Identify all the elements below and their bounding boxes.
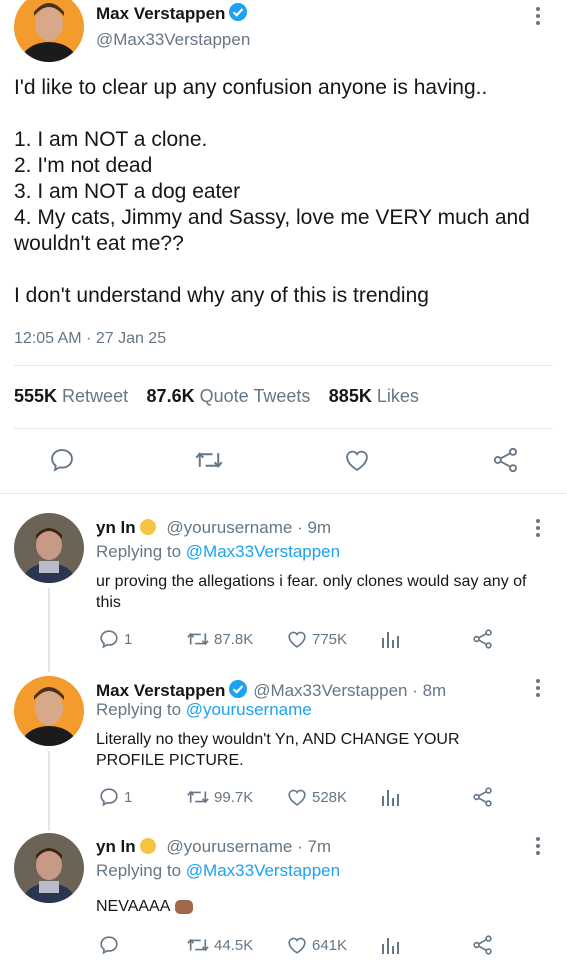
- heart-icon: [346, 450, 368, 471]
- tweet-timestamp[interactable]: 12:05 AM · 27 Jan 25: [14, 330, 166, 348]
- reply-author-name[interactable]: yn ln: [96, 518, 136, 537]
- retweet-count: 87.8K: [214, 630, 254, 648]
- reply-share-button[interactable]: [472, 628, 498, 650]
- heart-icon: [288, 937, 306, 954]
- reply-retweet-button[interactable]: 87.8K: [186, 628, 253, 650]
- fist-emoji-icon: [175, 899, 194, 914]
- retweet-count: 44.5K: [214, 936, 254, 954]
- reply-like-button[interactable]: 775K: [286, 628, 347, 650]
- reply-avatar[interactable]: [14, 833, 84, 903]
- reply-reply-button[interactable]: [98, 934, 124, 956]
- main-author-name[interactable]: Max Verstappen: [96, 4, 225, 23]
- main-author-handle[interactable]: @Max33Verstappen: [96, 30, 250, 50]
- replying-to-handle[interactable]: @yourusername: [186, 700, 312, 719]
- analytics-icon: [382, 938, 399, 954]
- analytics-icon: [382, 790, 399, 806]
- reply-count: 1: [124, 630, 133, 648]
- reply-time[interactable]: · 8m: [412, 681, 446, 700]
- retweet-icon: [187, 938, 209, 952]
- reply-time[interactable]: · 9m: [297, 518, 331, 537]
- reply-analytics-button[interactable]: [380, 934, 404, 956]
- reply-reply-button[interactable]: 1: [98, 628, 132, 650]
- pensive-face-icon: [139, 838, 156, 854]
- reply-icon: [100, 936, 118, 955]
- retweet-icon: [187, 632, 209, 646]
- retweet-button[interactable]: [194, 446, 224, 479]
- retweet-stat[interactable]: 555K Retweet: [14, 386, 128, 406]
- reply-button[interactable]: [48, 446, 76, 479]
- retweet-icon: [187, 790, 209, 804]
- replying-to-handle[interactable]: @Max33Verstappen: [186, 542, 340, 561]
- reply-time[interactable]: · 7m: [297, 837, 331, 856]
- share-icon: [473, 787, 492, 807]
- divider: [14, 428, 553, 429]
- reply-author-name[interactable]: Max Verstappen: [96, 681, 225, 700]
- reply-avatar[interactable]: [14, 676, 84, 746]
- tweet-text: I'd like to clear up any confusion anyon…: [14, 76, 530, 307]
- likes-stat[interactable]: 885K Likes: [329, 386, 419, 406]
- reply-analytics-button[interactable]: [380, 628, 404, 650]
- reply-retweet-button[interactable]: 44.5K: [186, 934, 253, 956]
- reply-text: Literally no they wouldn't Yn, AND CHANG…: [96, 731, 460, 769]
- like-button[interactable]: [343, 446, 371, 479]
- reply-author-handle[interactable]: @yourusername: [166, 518, 292, 537]
- reply-author-handle[interactable]: @Max33Verstappen: [253, 681, 407, 700]
- divider: [0, 493, 567, 494]
- retweet-icon: [195, 452, 223, 468]
- more-options-icon[interactable]: [536, 837, 540, 858]
- reply-author-name[interactable]: yn ln: [96, 837, 136, 856]
- share-icon: [473, 935, 492, 955]
- share-icon: [493, 447, 517, 473]
- replying-to-label: Replying to: [96, 700, 182, 719]
- analytics-icon: [382, 632, 399, 648]
- main-author-avatar[interactable]: [14, 0, 84, 62]
- pensive-face-icon: [139, 519, 156, 535]
- reply-author-handle[interactable]: @yourusername: [166, 837, 292, 856]
- thread-line: [48, 751, 50, 831]
- reply-retweet-button[interactable]: 99.7K: [186, 786, 253, 808]
- more-options-icon[interactable]: [536, 679, 540, 700]
- replying-to-handle[interactable]: @Max33Verstappen: [186, 861, 340, 880]
- heart-icon: [288, 789, 306, 806]
- quote-stat[interactable]: 87.6K Quote Tweets: [147, 386, 311, 406]
- reply-like-button[interactable]: 528K: [286, 786, 347, 808]
- reply-reply-button[interactable]: 1: [98, 786, 132, 808]
- like-count: 528K: [312, 788, 348, 806]
- reply-analytics-button[interactable]: [380, 786, 404, 808]
- share-icon: [473, 629, 492, 649]
- reply-text: NEVAAAA: [96, 898, 171, 915]
- like-count: 641K: [312, 936, 348, 954]
- reply-like-button[interactable]: 641K: [286, 934, 347, 956]
- reply-avatar[interactable]: [14, 513, 84, 583]
- thread-line: [48, 588, 50, 672]
- replying-to-label: Replying to: [96, 542, 182, 561]
- reply-icon: [100, 630, 118, 649]
- reply-share-button[interactable]: [472, 786, 498, 808]
- retweet-count: 99.7K: [214, 788, 254, 806]
- divider: [14, 365, 553, 366]
- replying-to-label: Replying to: [96, 861, 182, 880]
- like-count: 775K: [312, 630, 348, 648]
- share-button[interactable]: [492, 446, 520, 479]
- reply-text: ur proving the allegations i fear. only …: [96, 573, 527, 611]
- reply-count: 1: [124, 788, 133, 806]
- reply-icon: [100, 788, 118, 807]
- reply-share-button[interactable]: [472, 934, 498, 956]
- more-options-icon[interactable]: [536, 7, 540, 28]
- more-options-icon[interactable]: [536, 519, 540, 540]
- tweet-stats: 555K Retweet 87.6K Quote Tweets 885K Lik…: [14, 386, 419, 407]
- verified-badge-icon: [228, 2, 248, 27]
- reply-icon: [51, 449, 73, 472]
- heart-icon: [288, 631, 306, 648]
